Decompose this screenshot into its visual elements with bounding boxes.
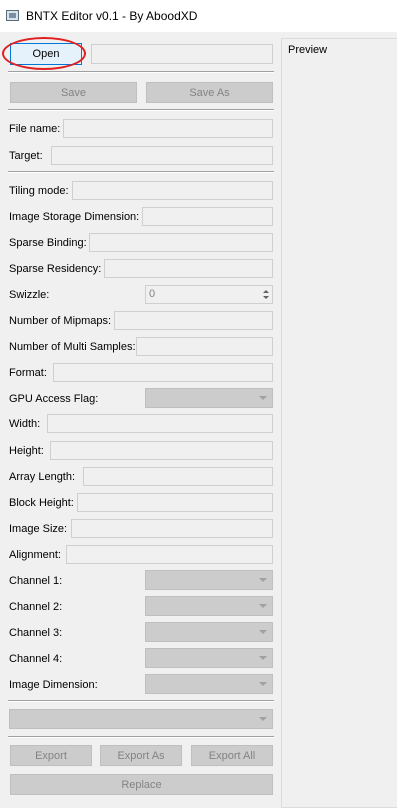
chevron-down-icon <box>259 578 267 582</box>
alignment-label: Alignment: <box>9 549 61 561</box>
separator <box>8 71 274 73</box>
separator <box>8 109 274 111</box>
channel-4-label: Channel 4: <box>9 653 63 665</box>
chevron-down-icon <box>259 656 267 660</box>
chevron-down-icon <box>259 717 267 721</box>
image-storage-dimension-field[interactable] <box>142 207 273 226</box>
preview-title: Preview <box>287 44 329 56</box>
swizzle-value: 0 <box>149 288 156 300</box>
swizzle-label: Swizzle: <box>9 289 50 301</box>
swizzle-spinbox[interactable]: 0 <box>145 285 273 304</box>
file-name-field[interactable] <box>63 119 273 138</box>
chevron-down-icon <box>259 630 267 634</box>
num-multi-samples-label: Number of Multi Samples: <box>9 341 136 353</box>
image-size-field[interactable] <box>71 519 273 538</box>
texture-select-dropdown[interactable] <box>9 709 273 729</box>
block-height-field[interactable] <box>77 493 273 512</box>
target-label: Target: <box>9 150 43 162</box>
chevron-down-icon <box>259 604 267 608</box>
channel-2-label: Channel 2: <box>9 601 63 613</box>
width-field[interactable] <box>47 414 273 433</box>
height-label: Height: <box>9 445 44 457</box>
sparse-residency-label: Sparse Residency: <box>9 263 102 275</box>
app-window-icon <box>6 10 19 21</box>
tiling-mode-field[interactable] <box>72 181 273 200</box>
alignment-field[interactable] <box>66 545 273 564</box>
sparse-binding-label: Sparse Binding: <box>9 237 87 249</box>
array-length-label: Array Length: <box>9 471 76 483</box>
channel-1-dropdown[interactable] <box>145 570 273 590</box>
num-mipmaps-label: Number of Mipmaps: <box>9 315 112 327</box>
replace-button[interactable]: Replace <box>10 774 273 795</box>
gpu-access-flag-dropdown[interactable] <box>145 388 273 408</box>
num-multi-samples-field[interactable] <box>136 337 273 356</box>
channel-3-dropdown[interactable] <box>145 622 273 642</box>
height-field[interactable] <box>50 441 273 460</box>
image-size-label: Image Size: <box>9 523 68 535</box>
file-name-label: File name: <box>9 123 61 135</box>
chevron-down-icon <box>259 682 267 686</box>
separator <box>8 736 274 738</box>
sparse-binding-field[interactable] <box>89 233 273 252</box>
gpu-access-flag-label: GPU Access Flag: <box>9 393 99 405</box>
channel-2-dropdown[interactable] <box>145 596 273 616</box>
separator <box>8 700 274 702</box>
export-button[interactable]: Export <box>10 745 92 766</box>
array-length-field[interactable] <box>83 467 273 486</box>
num-mipmaps-field[interactable] <box>114 311 273 330</box>
width-label: Width: <box>9 418 41 430</box>
chevron-down-icon <box>259 396 267 400</box>
spin-down-icon[interactable] <box>263 296 269 299</box>
separator <box>8 171 274 173</box>
spin-up-icon[interactable] <box>263 290 269 293</box>
sparse-residency-field[interactable] <box>104 259 273 278</box>
image-storage-dimension-label: Image Storage Dimension: <box>9 211 140 223</box>
channel-1-label: Channel 1: <box>9 575 63 587</box>
title-bar: BNTX Editor v0.1 - By AboodXD <box>0 0 397 32</box>
red-circle-annotation <box>2 37 86 70</box>
image-dimension-label: Image Dimension: <box>9 679 98 691</box>
window-title: BNTX Editor v0.1 - By AboodXD <box>26 9 198 23</box>
preview-panel <box>281 38 397 808</box>
channel-3-label: Channel 3: <box>9 627 63 639</box>
save-as-button[interactable]: Save As <box>146 82 273 103</box>
channel-4-dropdown[interactable] <box>145 648 273 668</box>
tiling-mode-label: Tiling mode: <box>9 185 69 197</box>
export-all-button[interactable]: Export All <box>191 745 273 766</box>
format-label: Format: <box>9 367 47 379</box>
block-height-label: Block Height: <box>9 497 74 509</box>
format-field[interactable] <box>53 363 273 382</box>
save-button[interactable]: Save <box>10 82 137 103</box>
image-dimension-dropdown[interactable] <box>145 674 273 694</box>
target-field[interactable] <box>51 146 273 165</box>
export-as-button[interactable]: Export As <box>100 745 182 766</box>
open-path-field[interactable] <box>91 44 273 64</box>
